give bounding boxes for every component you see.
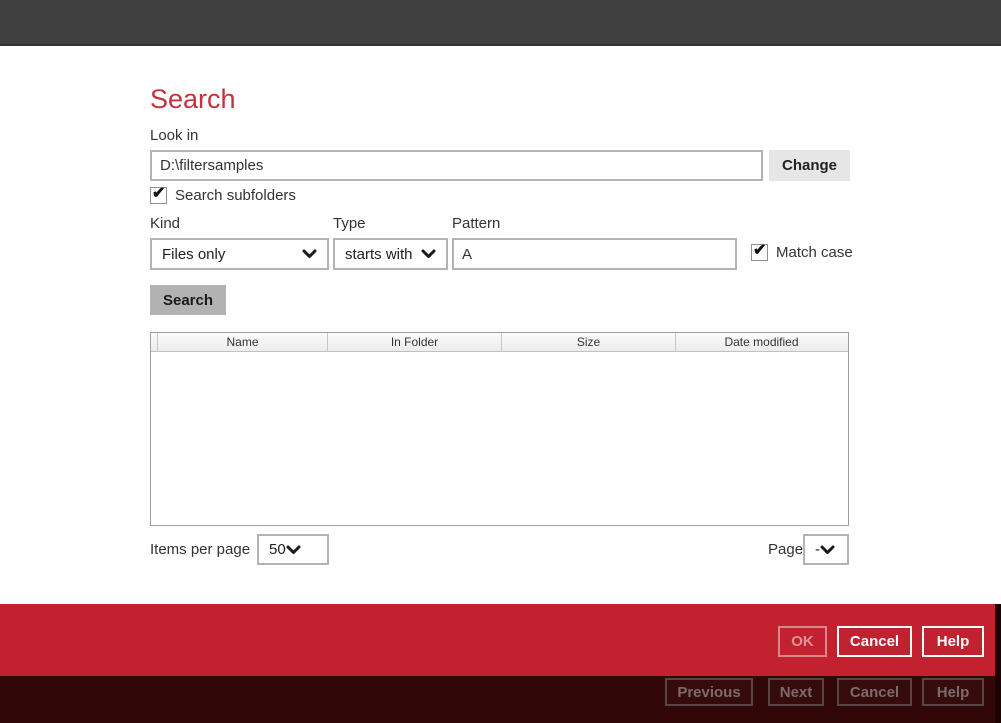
- kind-select[interactable]: Files only: [150, 238, 329, 270]
- look-in-input[interactable]: [150, 150, 763, 181]
- column-header-size[interactable]: Size: [502, 333, 676, 351]
- search-subfolders-option[interactable]: ✔ Search subfolders: [150, 187, 296, 204]
- chevron-down-icon: [421, 249, 436, 259]
- background-help-button[interactable]: Help: [922, 678, 984, 706]
- column-header-in-folder[interactable]: In Folder: [328, 333, 502, 351]
- change-button[interactable]: Change: [769, 150, 850, 181]
- results-table-header: Name In Folder Size Date modified: [151, 333, 848, 352]
- chevron-down-icon: [286, 545, 301, 555]
- checkmark-icon: ✔: [152, 184, 165, 204]
- column-header-name[interactable]: Name: [158, 333, 328, 351]
- type-select[interactable]: starts with: [333, 238, 448, 270]
- kind-select-value: Files only: [162, 246, 296, 263]
- items-per-page-label: Items per page: [150, 541, 250, 558]
- kind-label: Kind: [150, 215, 180, 232]
- column-header-date-modified[interactable]: Date modified: [676, 333, 847, 351]
- search-results-table: Name In Folder Size Date modified: [150, 332, 849, 526]
- dialog-footer-bar: OK Cancel Help: [0, 604, 1001, 676]
- ok-button[interactable]: OK: [778, 626, 827, 657]
- page-title: Search: [150, 84, 236, 115]
- window-right-edge: [995, 604, 1001, 723]
- chevron-down-icon: [302, 249, 317, 259]
- background-cancel-button[interactable]: Cancel: [837, 678, 912, 706]
- pattern-input[interactable]: [452, 238, 737, 270]
- pattern-label: Pattern: [452, 215, 500, 232]
- cancel-button[interactable]: Cancel: [837, 626, 912, 657]
- page-label: Page: [768, 541, 803, 558]
- match-case-option[interactable]: ✔ Match case: [751, 244, 853, 261]
- header-spacer: [151, 333, 158, 351]
- type-label: Type: [333, 215, 366, 232]
- search-subfolders-label: Search subfolders: [175, 187, 296, 204]
- top-bar: [0, 0, 1001, 46]
- previous-button[interactable]: Previous: [665, 678, 753, 706]
- items-per-page-select[interactable]: 50: [257, 534, 329, 565]
- chevron-down-icon: [820, 545, 835, 555]
- search-subfolders-checkbox[interactable]: ✔: [150, 187, 167, 204]
- search-button[interactable]: Search: [150, 285, 226, 315]
- type-select-value: starts with: [345, 246, 415, 263]
- results-table-body: [151, 352, 848, 525]
- help-button[interactable]: Help: [922, 626, 984, 657]
- checkmark-icon: ✔: [753, 241, 766, 261]
- look-in-label: Look in: [150, 127, 198, 144]
- next-button[interactable]: Next: [768, 678, 824, 706]
- background-wizard-bar: Previous Next Cancel Help: [0, 676, 1001, 723]
- match-case-checkbox[interactable]: ✔: [751, 244, 768, 261]
- items-per-page-value: 50: [269, 541, 286, 558]
- match-case-label: Match case: [776, 244, 853, 261]
- page-select[interactable]: -: [803, 534, 849, 565]
